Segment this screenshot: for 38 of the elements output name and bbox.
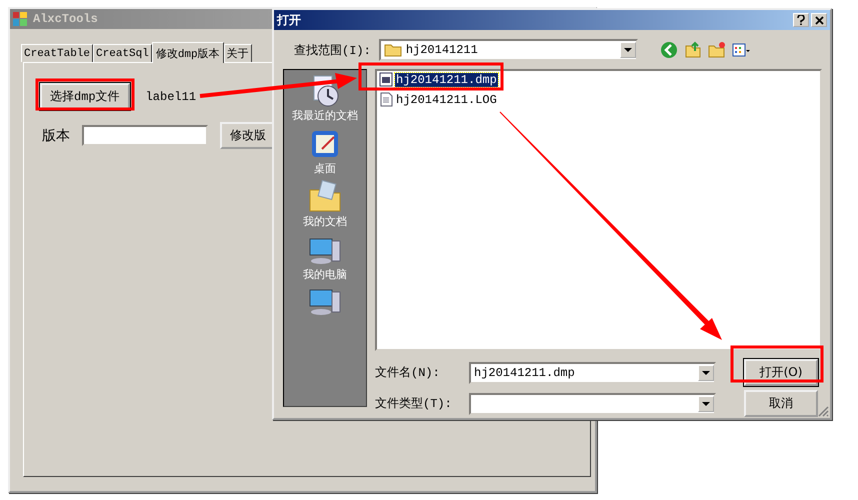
close-icon <box>814 16 824 24</box>
back-icon <box>660 41 678 59</box>
caret-icon <box>702 402 710 406</box>
folder-icon <box>384 43 402 57</box>
close-button[interactable] <box>811 13 827 27</box>
help-icon <box>797 15 805 25</box>
places-item[interactable]: 桌面 <box>308 127 342 176</box>
file-name-field[interactable]: hj20141211.dmp <box>469 362 716 384</box>
status-label: label11 <box>146 90 196 104</box>
look-in-label: 查找范围(I): <box>294 42 371 58</box>
new-folder-icon <box>708 41 726 59</box>
tab[interactable]: 修改dmp版本 <box>152 42 224 63</box>
view-menu-icon <box>732 41 750 59</box>
file-type-label: 文件类型(T): <box>375 396 453 412</box>
resize-grip-icon <box>817 405 829 417</box>
look-in-dropdown[interactable]: hj20141211 <box>378 39 638 61</box>
places-item[interactable]: 我的文档 <box>303 180 347 229</box>
caret-icon <box>624 48 632 52</box>
dialog-title: 打开 <box>277 12 301 28</box>
tab[interactable]: CreatSql <box>93 44 152 62</box>
tab[interactable]: 关于 <box>224 44 252 62</box>
app-icon <box>13 12 27 26</box>
document-folder-icon <box>308 180 342 214</box>
select-file-button[interactable]: 选择dmp文件 <box>40 83 130 110</box>
file-icon <box>379 72 393 87</box>
cancel-button[interactable]: 取消 <box>744 390 818 417</box>
caret-icon <box>702 370 710 374</box>
version-label: 版本 <box>42 128 70 144</box>
folder-up-icon <box>684 41 702 59</box>
tab[interactable]: CreatTable <box>21 44 94 62</box>
file-item[interactable]: hj20141211.LOG <box>378 92 499 107</box>
text-file-icon <box>379 92 393 107</box>
window-title: AlxcTools <box>33 12 98 26</box>
help-button[interactable] <box>793 13 809 27</box>
version-field[interactable] <box>82 125 208 146</box>
file-type-dropdown[interactable] <box>469 392 716 414</box>
file-name-label: 文件名(N): <box>375 365 441 381</box>
places-item[interactable]: 我的电脑 <box>303 233 347 282</box>
